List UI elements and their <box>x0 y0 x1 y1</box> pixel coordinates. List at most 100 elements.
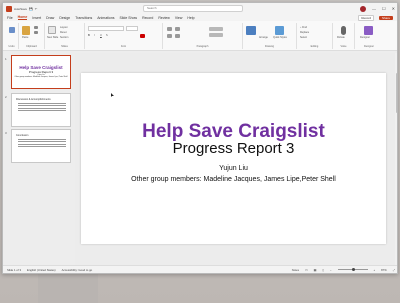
notes-button[interactable]: Notes <box>292 268 299 272</box>
zoom-level[interactable]: 87% <box>381 268 387 272</box>
close-button[interactable]: ✕ <box>392 6 395 11</box>
microphone-icon[interactable] <box>341 26 346 35</box>
find-button[interactable]: ⌕ Find <box>300 26 307 29</box>
share-button[interactable]: Share <box>378 15 393 20</box>
powerpoint-logo-icon <box>6 5 12 12</box>
user-avatar[interactable] <box>360 5 367 12</box>
reset-button[interactable]: Reset <box>60 31 67 34</box>
zoom-slider-handle[interactable] <box>351 268 355 271</box>
ribbon-group-font: B I U S Font <box>85 23 163 49</box>
tab-file[interactable]: File <box>7 16 13 20</box>
replace-button[interactable]: Replace <box>300 31 309 34</box>
slide-sorter-icon[interactable]: ▦ <box>314 268 317 272</box>
tab-draw[interactable]: Draw <box>46 16 54 20</box>
slide-author[interactable]: Yujun Liu <box>81 165 386 172</box>
ribbon-group-editing: ⌕ Find Replace Select Editing <box>297 23 333 49</box>
group-label: Slides <box>61 45 68 48</box>
text-direction-icon[interactable] <box>209 27 223 31</box>
tab-design[interactable]: Design <box>59 16 70 20</box>
tab-help[interactable]: Help <box>187 16 194 20</box>
desktop-window-strip <box>38 274 98 303</box>
save-icon[interactable]: 💾 <box>29 7 33 11</box>
bold-button[interactable]: B <box>88 34 90 37</box>
minimize-button[interactable]: — <box>372 6 376 11</box>
slide-thumbnail-3[interactable]: Conclusion <box>11 129 71 163</box>
scrollbar-thumb[interactable] <box>396 73 397 113</box>
thumbnail-text-line <box>18 110 66 111</box>
section-button[interactable]: Section <box>60 36 68 39</box>
underline-button[interactable]: U <box>100 34 102 37</box>
language-indicator[interactable]: English (United States) <box>27 268 56 272</box>
layout-button[interactable]: Layout <box>60 26 68 29</box>
group-label: Clipboard <box>26 45 37 48</box>
quick-styles-button[interactable]: Quick Styles <box>273 36 287 39</box>
slide-thumbnail-1[interactable]: Help Save Craigslist Progress Report 3 Y… <box>11 55 71 89</box>
quick-styles-icon[interactable] <box>275 26 284 35</box>
tab-view[interactable]: View <box>175 16 183 20</box>
undo-icon[interactable]: ↶ <box>35 7 38 11</box>
tab-slide-show[interactable]: Slide Show <box>120 16 138 20</box>
cut-icon[interactable] <box>34 26 38 29</box>
shapes-icon[interactable] <box>246 26 256 35</box>
slide-members[interactable]: Other group members: Madeline Jacques, J… <box>81 176 386 183</box>
font-color-icon[interactable] <box>140 34 145 38</box>
slide-canvas[interactable]: Help Save Craigslist Progress Report 3 Y… <box>81 73 386 244</box>
numbering-icon[interactable] <box>175 27 180 31</box>
new-slide-icon[interactable] <box>48 26 56 34</box>
font-size-select[interactable] <box>126 26 138 31</box>
paste-icon[interactable] <box>22 26 30 35</box>
align-center-icon[interactable] <box>175 34 180 38</box>
record-button[interactable]: Record <box>358 14 374 21</box>
accessibility-status[interactable]: Accessibility: Good to go <box>62 268 93 272</box>
zoom-slider[interactable] <box>337 268 368 271</box>
font-name-select[interactable] <box>88 26 124 31</box>
fit-to-window-icon[interactable]: ⤢ <box>393 268 395 272</box>
ribbon-group-clipboard: Paste Clipboard <box>19 23 45 49</box>
paste-button[interactable]: Paste <box>22 36 28 39</box>
autosave-toggle[interactable]: AutoSave <box>14 7 27 11</box>
ribbon-group-drawing: Arrange Quick Styles Drawing <box>243 23 297 49</box>
vertical-scrollbar[interactable] <box>395 53 397 267</box>
dictate-button[interactable]: Dictate <box>337 36 345 39</box>
designer-icon[interactable] <box>364 26 373 35</box>
tab-review[interactable]: Review <box>158 16 169 20</box>
zoom-in-icon[interactable]: + <box>374 268 376 272</box>
thumbnail-text-line <box>18 146 66 147</box>
tab-animations[interactable]: Animations <box>97 16 114 20</box>
thumbnail-text-line <box>18 141 66 142</box>
arrange-button[interactable]: Arrange <box>259 36 268 39</box>
bullets-icon[interactable] <box>167 27 172 31</box>
tab-record[interactable]: Record <box>142 16 153 20</box>
italic-button[interactable]: I <box>94 34 95 37</box>
ribbon: Undo Paste Clipboard New Slide Layout Re… <box>3 21 397 51</box>
mouse-cursor-icon <box>111 93 114 97</box>
slide-counter: Slide 1 of 3 <box>7 267 21 272</box>
slide-thumbnail-2[interactable]: Discussion & Accomplishments <box>11 93 71 127</box>
tab-transitions[interactable]: Transitions <box>75 16 92 20</box>
copy-icon[interactable] <box>34 31 38 34</box>
align-text-icon[interactable] <box>209 33 223 37</box>
strikethrough-button[interactable]: S <box>106 34 108 37</box>
slide-subtitle[interactable]: Progress Report 3 <box>81 140 386 157</box>
undo-icon[interactable] <box>9 27 15 33</box>
normal-view-icon[interactable]: ▭ <box>305 268 308 272</box>
group-label: Drawing <box>264 45 275 48</box>
zoom-out-icon[interactable]: − <box>330 268 332 272</box>
select-button[interactable]: Select <box>300 36 307 39</box>
maximize-button[interactable]: ☐ <box>382 6 386 11</box>
search-input[interactable]: Search <box>143 5 243 12</box>
tab-insert[interactable]: Insert <box>32 16 41 20</box>
thumbnail-number: 1 <box>5 57 7 61</box>
ribbon-tabs: File Home Insert Draw Design Transitions… <box>3 14 397 21</box>
new-slide-button[interactable]: New Slide <box>47 36 58 39</box>
group-label: Paragraph <box>196 45 209 48</box>
align-left-icon[interactable] <box>167 34 172 38</box>
thumbnail-text-line <box>18 105 66 106</box>
designer-button[interactable]: Designer <box>360 36 370 39</box>
thumbnail-text-line <box>18 138 66 140</box>
tab-home[interactable]: Home <box>17 15 28 20</box>
thumbnail-number: 2 <box>5 95 7 99</box>
reading-view-icon[interactable]: ▯ <box>322 268 324 272</box>
thumbnail-text-line <box>18 143 66 145</box>
powerpoint-window: AutoSave 💾 ↶ Search — ☐ ✕ File Home Inse… <box>2 2 398 274</box>
